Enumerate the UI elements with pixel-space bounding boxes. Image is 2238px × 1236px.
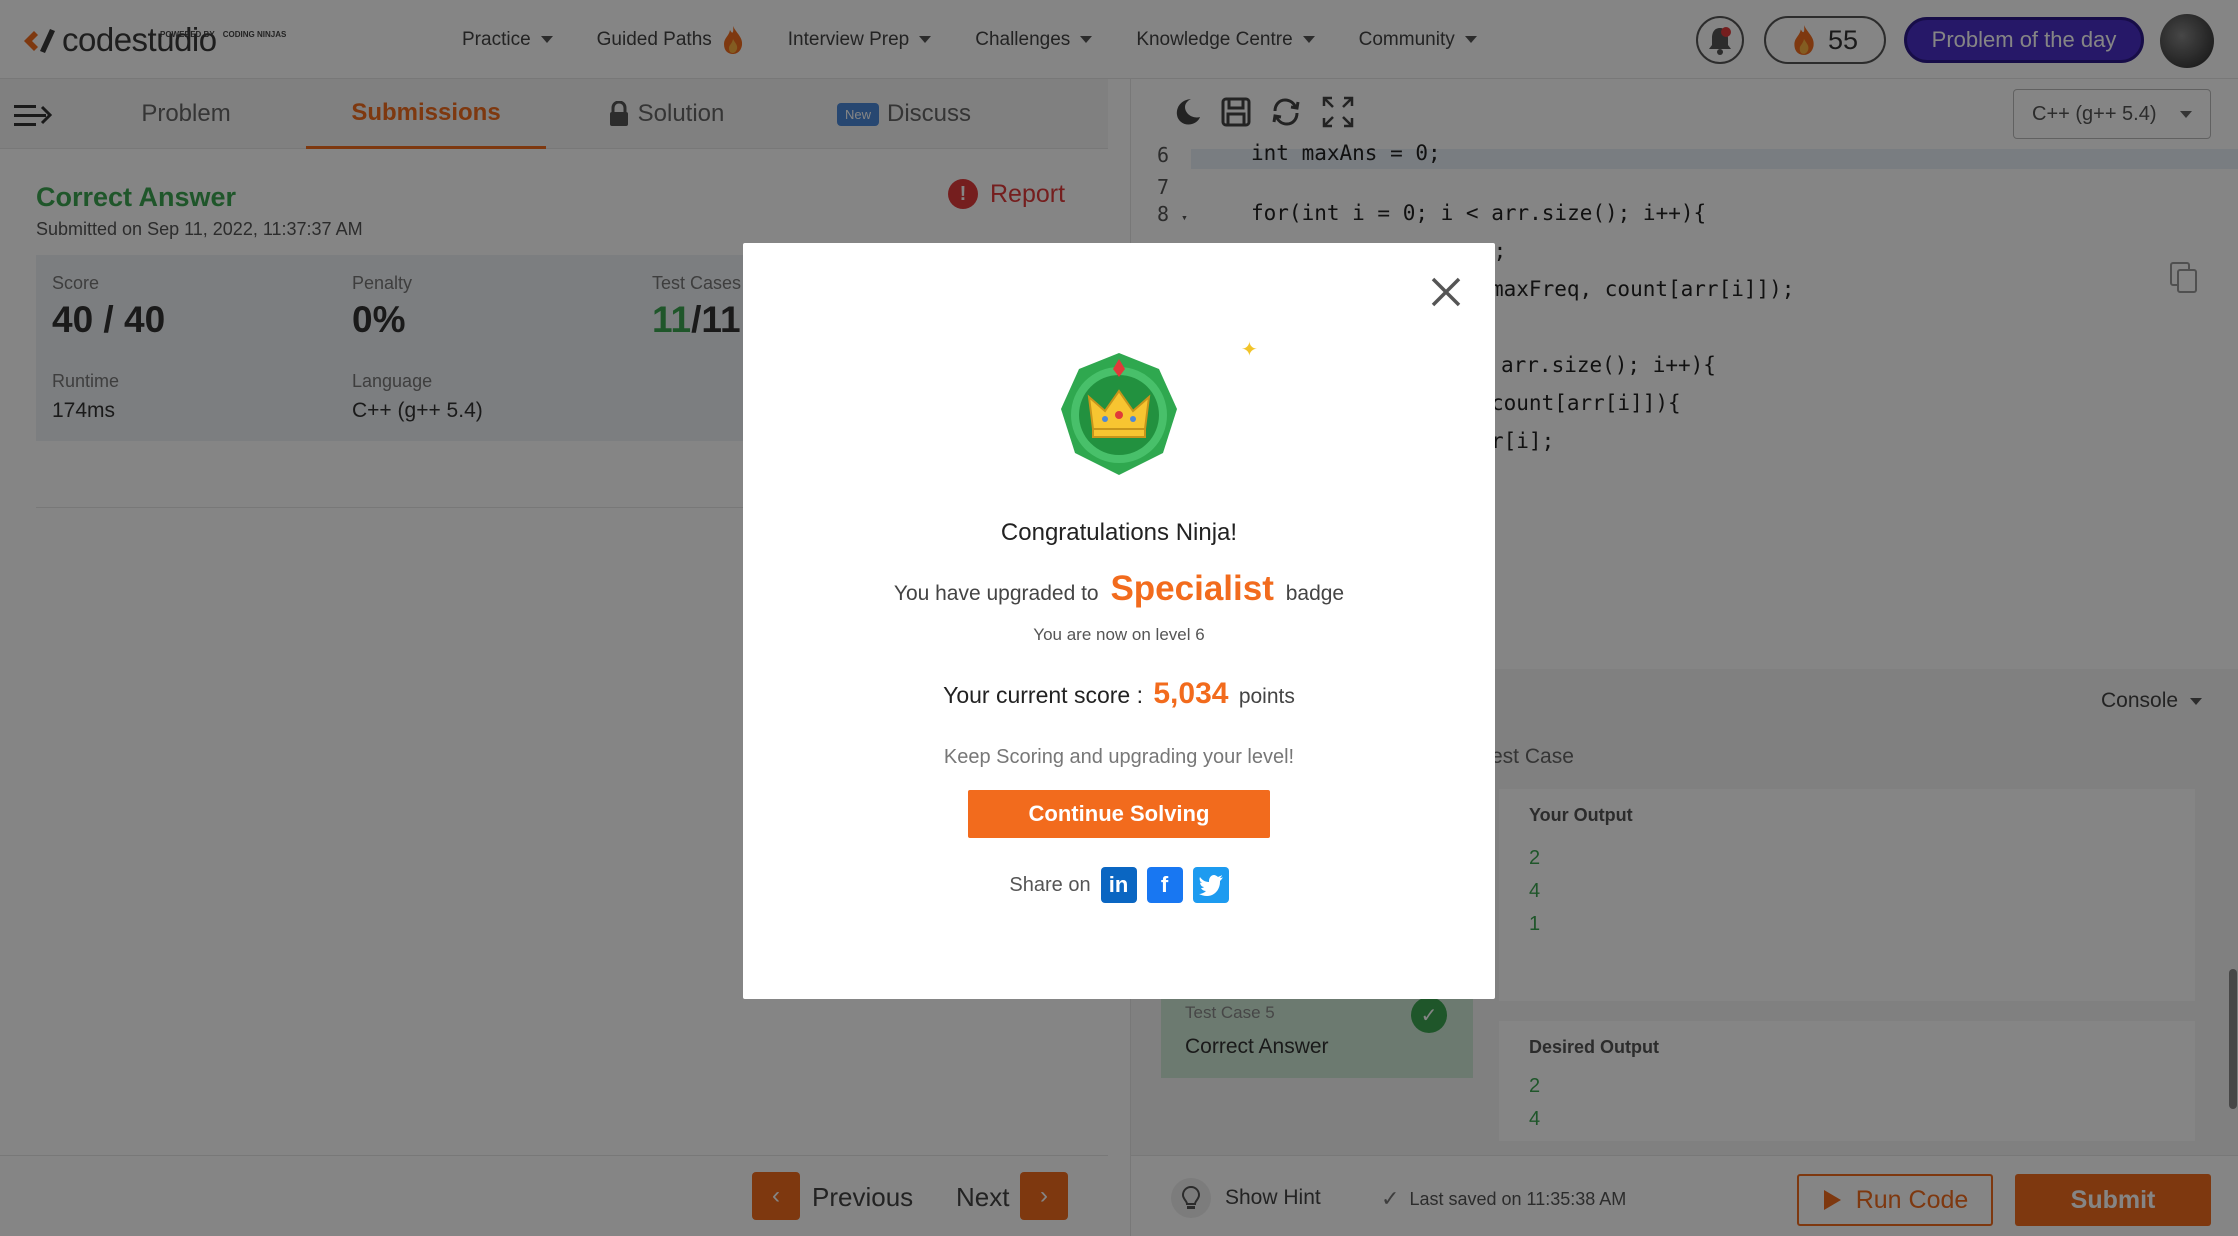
congrats-heading: Congratulations Ninja! xyxy=(1000,519,1238,546)
sparkle-icon: ✦ xyxy=(1241,339,1258,361)
upgrade-message: You have upgraded to Specialist badge xyxy=(743,569,1495,609)
upgrade-prefix: You have upgraded to xyxy=(893,582,1099,605)
upgrade-suffix: badge xyxy=(1285,582,1345,605)
share-label: Share on xyxy=(1009,873,1091,896)
score-points: 5,034 xyxy=(1153,677,1229,710)
share-row: Share on in f xyxy=(743,867,1495,903)
score-prefix: Your current score : xyxy=(943,682,1143,708)
specialist-badge-icon xyxy=(1061,353,1177,475)
close-icon[interactable] xyxy=(1429,275,1463,309)
badge-name: Specialist xyxy=(1110,569,1274,608)
badge-upgrade-modal: ✦ Congratulations Ninja! You have upgrad… xyxy=(743,243,1495,999)
twitter-icon[interactable] xyxy=(1192,867,1229,903)
facebook-icon[interactable]: f xyxy=(1146,867,1183,903)
continue-solving-button[interactable]: Continue Solving xyxy=(968,790,1270,838)
score-unit: points xyxy=(1238,685,1295,708)
level-text: You are now on level 6 xyxy=(1033,625,1205,644)
linkedin-icon[interactable]: in xyxy=(1100,867,1137,903)
keep-scoring-text: Keep Scoring and upgrading your level! xyxy=(943,746,1295,768)
current-score: Your current score : 5,034 points xyxy=(743,677,1495,711)
